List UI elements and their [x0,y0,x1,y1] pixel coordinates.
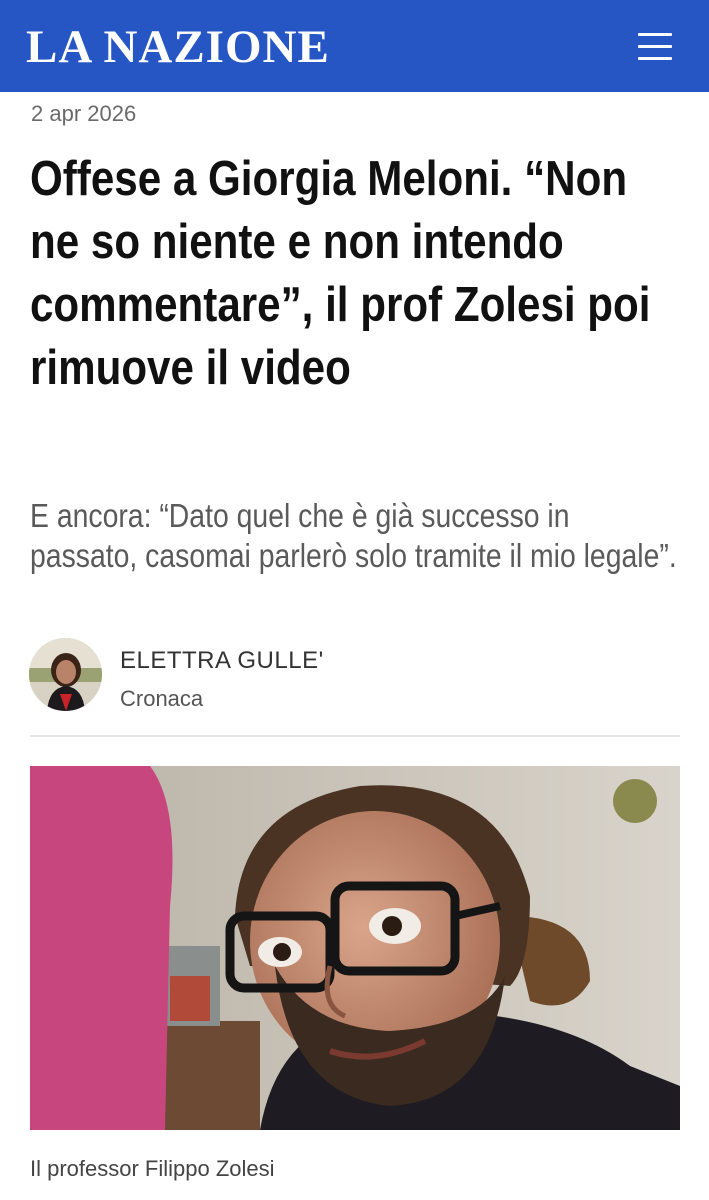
hamburger-menu-icon-bar [638,45,672,48]
hamburger-menu-icon-bar [638,57,672,60]
article-subtitle: E ancora: “Dato quel che è già successo … [30,497,677,574]
site-header: LA NAZIONE [0,0,709,92]
article-headline: Offese a Giorgia Meloni. “Non ne so nien… [30,152,651,395]
article-photo-image [30,766,680,1130]
article-photo [30,766,680,1130]
site-logo[interactable]: LA NAZIONE [26,20,330,74]
article-section[interactable]: Cronaca [120,685,203,713]
author-avatar-image [29,638,102,711]
author-name[interactable]: ELETTRA GULLE' [120,646,324,676]
article-date: 2 apr 2026 [31,101,137,126]
divider [30,735,680,737]
author-avatar[interactable] [29,638,102,711]
hamburger-menu-icon [638,33,672,36]
image-caption: Il professor Filippo Zolesi [30,1156,275,1181]
menu-button[interactable] [638,33,674,61]
